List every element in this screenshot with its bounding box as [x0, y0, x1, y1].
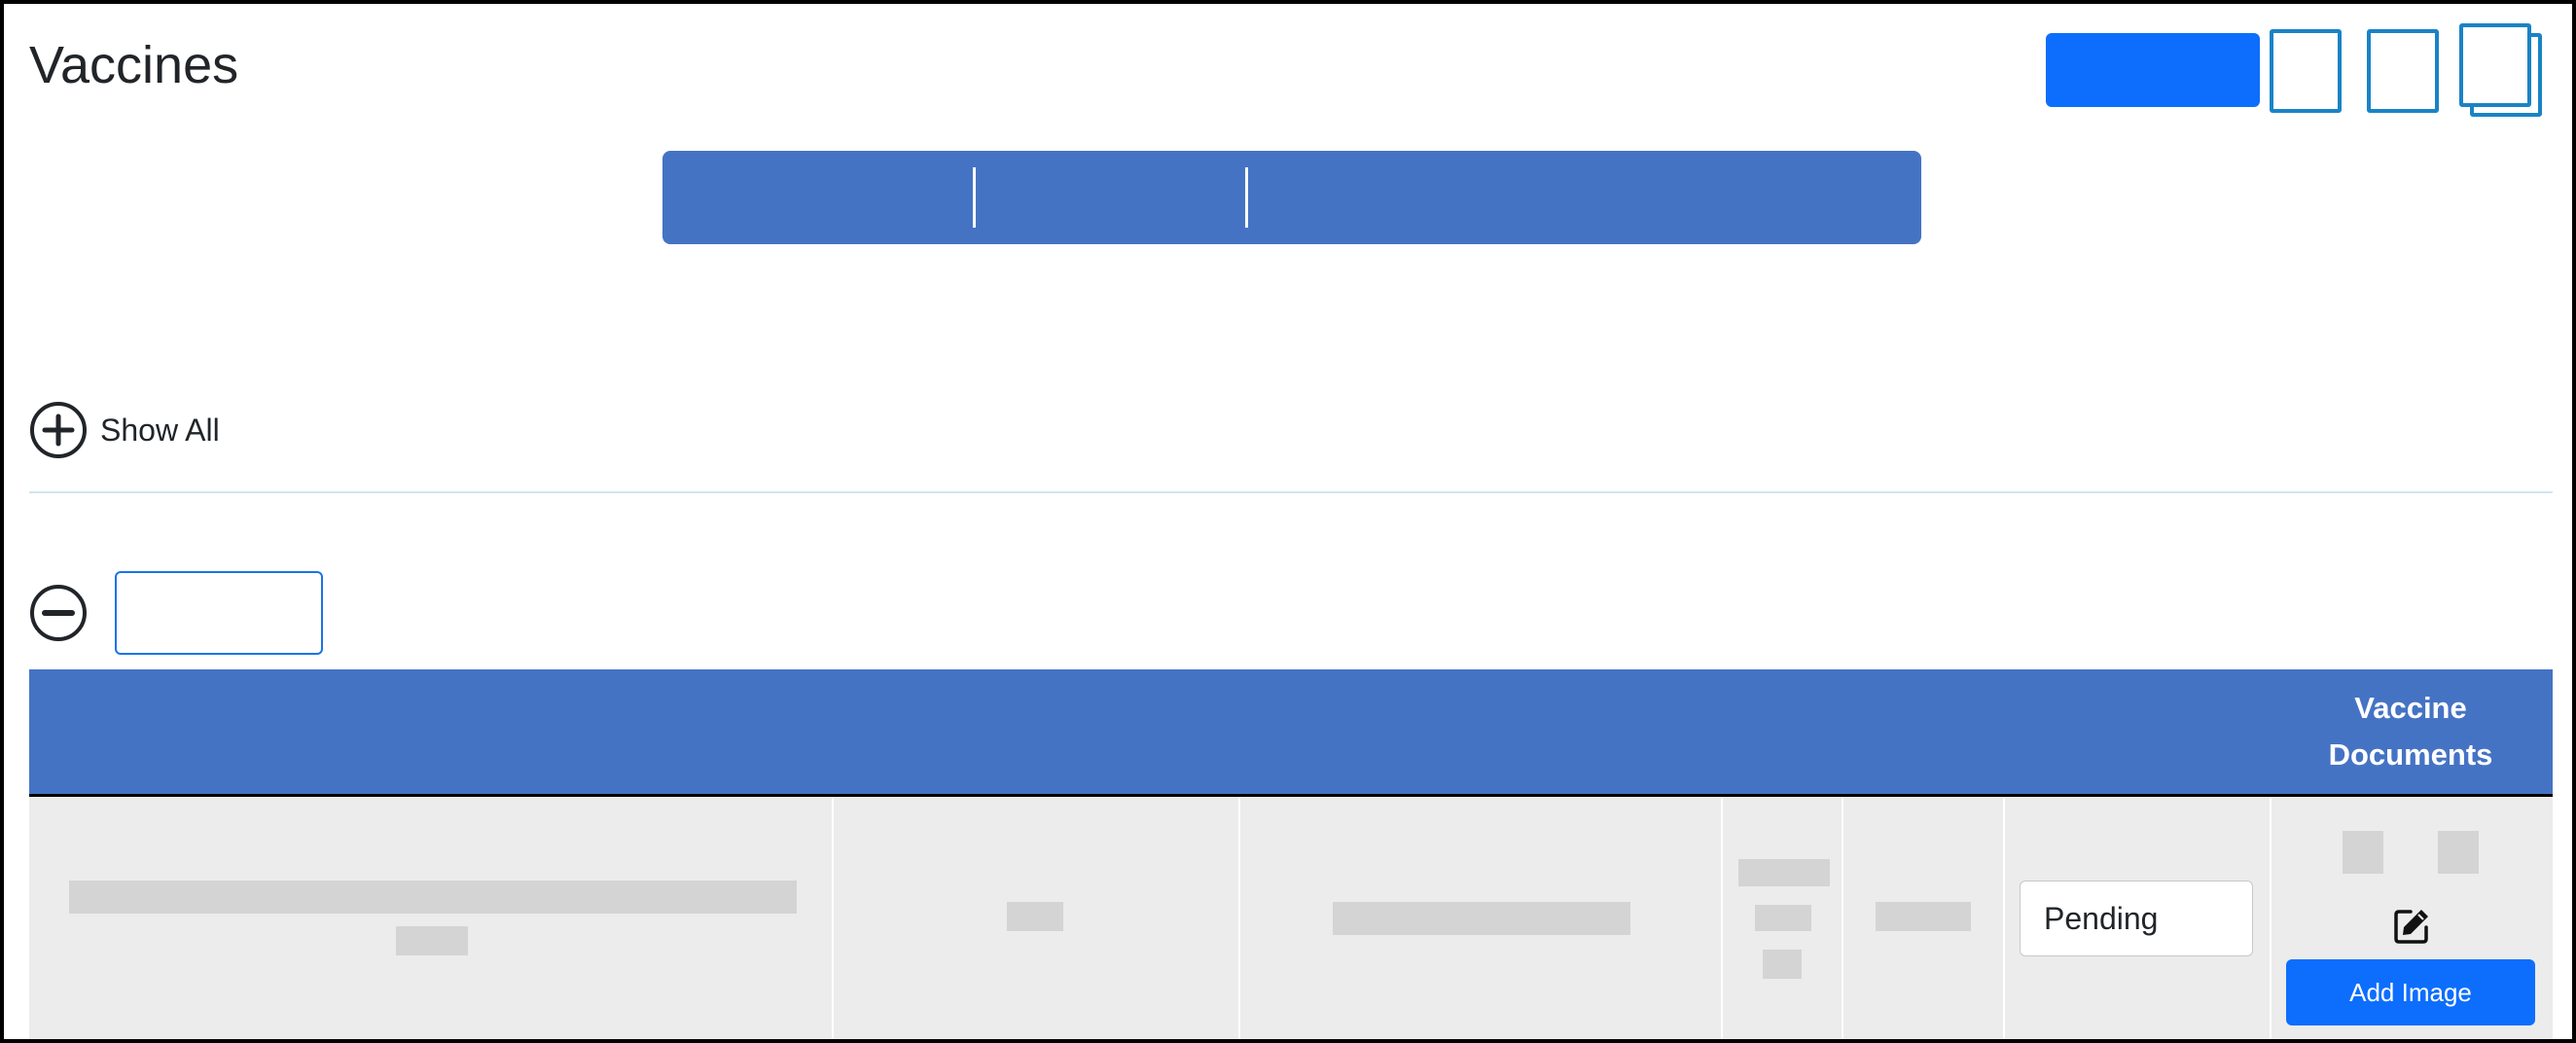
- tab-bar: [662, 151, 1921, 244]
- cell-divider: [1842, 797, 1843, 1039]
- table-row: Pending Add Image: [29, 797, 2553, 1039]
- table-header: Vaccine Documents: [29, 669, 2553, 797]
- cell-placeholder: [69, 881, 797, 914]
- plus-circle-icon: [30, 402, 87, 458]
- page-title: Vaccines: [29, 36, 239, 94]
- tab-separator: [1245, 167, 1248, 228]
- status-select[interactable]: Pending: [2020, 881, 2253, 956]
- cell-placeholder: [1007, 902, 1063, 931]
- cell-placeholder: [396, 926, 468, 955]
- show-all-label: Show All: [100, 413, 220, 448]
- tab-separator: [973, 167, 976, 228]
- cell-placeholder: [1755, 905, 1811, 931]
- cell-placeholder: [1876, 902, 1971, 931]
- copy-button[interactable]: [2459, 23, 2531, 107]
- cell-placeholder: [1763, 950, 1802, 979]
- column-header-vaccine-documents: Vaccine Documents: [2328, 691, 2493, 772]
- view-toggle-button-1[interactable]: [2270, 29, 2342, 113]
- cell-placeholder: [1333, 902, 1630, 935]
- edit-icon[interactable]: [2391, 906, 2432, 947]
- cell-divider: [1721, 797, 1723, 1039]
- cell-placeholder: [1738, 859, 1830, 886]
- minus-circle-icon[interactable]: [29, 584, 88, 642]
- cell-divider: [2270, 797, 2272, 1039]
- add-image-button[interactable]: Add Image: [2286, 959, 2535, 1025]
- cell-divider: [2003, 797, 2005, 1039]
- primary-action-button[interactable]: [2046, 33, 2260, 107]
- section-divider: [29, 491, 2553, 493]
- group-name-input[interactable]: [115, 571, 323, 655]
- document-thumbnail[interactable]: [2438, 831, 2479, 874]
- cell-divider: [1238, 797, 1240, 1039]
- cell-divider: [832, 797, 834, 1039]
- app-window: Vaccines Show All Vaccine Documents Pend…: [0, 0, 2576, 1043]
- view-toggle-button-2[interactable]: [2367, 29, 2439, 113]
- show-all-toggle[interactable]: Show All: [29, 401, 220, 459]
- document-thumbnail[interactable]: [2343, 831, 2383, 874]
